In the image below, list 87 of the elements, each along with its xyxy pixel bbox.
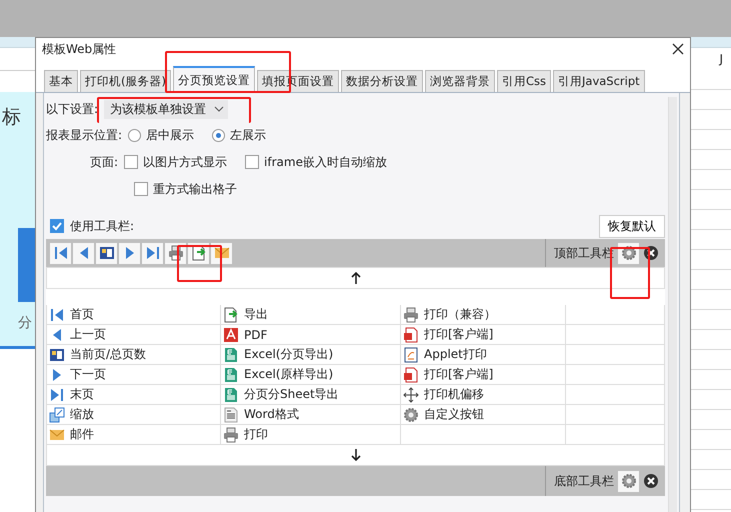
scrollbar[interactable] [668,97,677,512]
toolbar-option[interactable]: Excel(分页导出) [244,346,334,363]
toolbar-button[interactable] [96,242,117,264]
tab[interactable]: 数据分析设置 [340,70,423,92]
last-page-icon [144,245,160,261]
gear-icon [620,473,636,489]
toolbar-button[interactable] [119,242,140,264]
toolbar-option[interactable]: 打印[客户端] [424,366,494,383]
document-icon [403,366,419,382]
document-icon [403,326,419,342]
toolbar-option[interactable]: 下一页 [70,366,106,383]
toolbar-button[interactable] [142,242,163,264]
field-label: 报表显示位置: [46,126,122,144]
spreadsheet-icon [223,346,239,362]
window-title: 模板Web属性 [42,40,116,58]
checkbox[interactable] [134,182,148,196]
first-page-icon [49,306,65,322]
toolbar-option[interactable]: 上一页 [70,326,106,343]
tab[interactable]: 基本 [44,70,78,92]
printer-icon [168,245,184,261]
page-number-icon [98,245,114,261]
pdf-icon [223,326,239,342]
last-page-icon [49,386,65,402]
checkbox-label: 重方式输出格子 [153,180,237,198]
toolbar-option[interactable]: 末页 [70,386,94,403]
tab[interactable]: 浏览器背景 [424,70,495,92]
toolbar-option[interactable]: 首页 [70,306,94,323]
toolbar-button[interactable] [50,242,71,264]
toolbar-option[interactable]: 邮件 [70,426,94,443]
toolbar-option[interactable]: 缩放 [70,406,94,423]
radio-button[interactable] [128,128,142,142]
restore-defaults-button[interactable]: 恢复默认 [599,214,665,238]
spreadsheet-icon [223,386,239,402]
tab[interactable]: 引用Css [496,70,551,92]
checkbox[interactable] [245,155,260,169]
checkbox-label: 以图片方式显示 [143,154,228,170]
checkbox[interactable] [124,155,138,169]
radio-label: 居中展示 [146,126,194,144]
gear-icon [403,406,419,422]
toolbar-option[interactable]: 分页分Sheet导出 [244,386,339,403]
document-icon [403,346,419,362]
spreadsheet-icon [223,366,239,382]
chart-title: 标 [2,105,21,130]
page-number-icon [49,346,65,362]
remove-icon[interactable] [643,245,659,261]
checkbox[interactable] [50,219,64,233]
toolbar-option[interactable]: 自定义按钮 [424,406,484,423]
radio-button[interactable] [212,128,226,142]
down-arrow-icon[interactable] [350,449,360,461]
toolbar-option[interactable]: Excel(原样导出) [244,366,334,383]
toolbar-option[interactable]: 导出 [244,306,268,323]
toolbar-button[interactable] [73,242,94,264]
settings-button[interactable] [618,470,639,492]
gear-icon [620,245,636,261]
chevron-down-icon [214,106,224,112]
tab[interactable]: 引用JavaScript [553,70,645,92]
toolbar-option[interactable]: Applet打印 [424,346,487,363]
toolbar-option[interactable]: 当前页/总页数 [70,346,146,363]
radio-label: 左展示 [230,126,266,144]
envelope-icon [49,426,65,442]
toolbar-option[interactable]: 打印机偏移 [424,386,484,403]
document-icon [223,406,239,422]
column-header: J [719,52,723,66]
toolbar-button[interactable] [188,242,209,264]
toolbar-option[interactable]: 打印[客户端] [424,326,494,343]
toolbar-option[interactable]: Word格式 [244,406,299,423]
highlight-box [177,245,222,282]
tab[interactable]: 分页预览设置 [172,66,255,92]
toolbar-option[interactable]: PDF [244,328,268,342]
toolbar-option[interactable]: 打印（兼容） [424,306,496,323]
checkbox-label: 使用工具栏: [70,218,134,234]
field-label: 以下设置: [46,100,98,118]
checkbox-label: iframe嵌入时自动缩放 [264,154,387,170]
settings-button[interactable] [618,242,639,264]
export-icon [190,245,206,261]
toolbar-option[interactable]: 打印 [244,426,268,443]
field-label: 页面: [90,154,118,170]
tab[interactable]: 打印机(服务器) [80,70,171,92]
remove-icon[interactable] [643,473,659,489]
toolbar-label: 底部工具栏 [554,472,614,490]
close-icon[interactable] [672,43,684,55]
resize-icon [49,406,65,422]
dropdown[interactable]: 为该模板单独设置 [104,100,228,118]
move-icon [403,386,419,402]
up-arrow-icon[interactable] [350,272,360,284]
first-page-icon [52,245,68,261]
axis-label: 分 [18,314,32,332]
